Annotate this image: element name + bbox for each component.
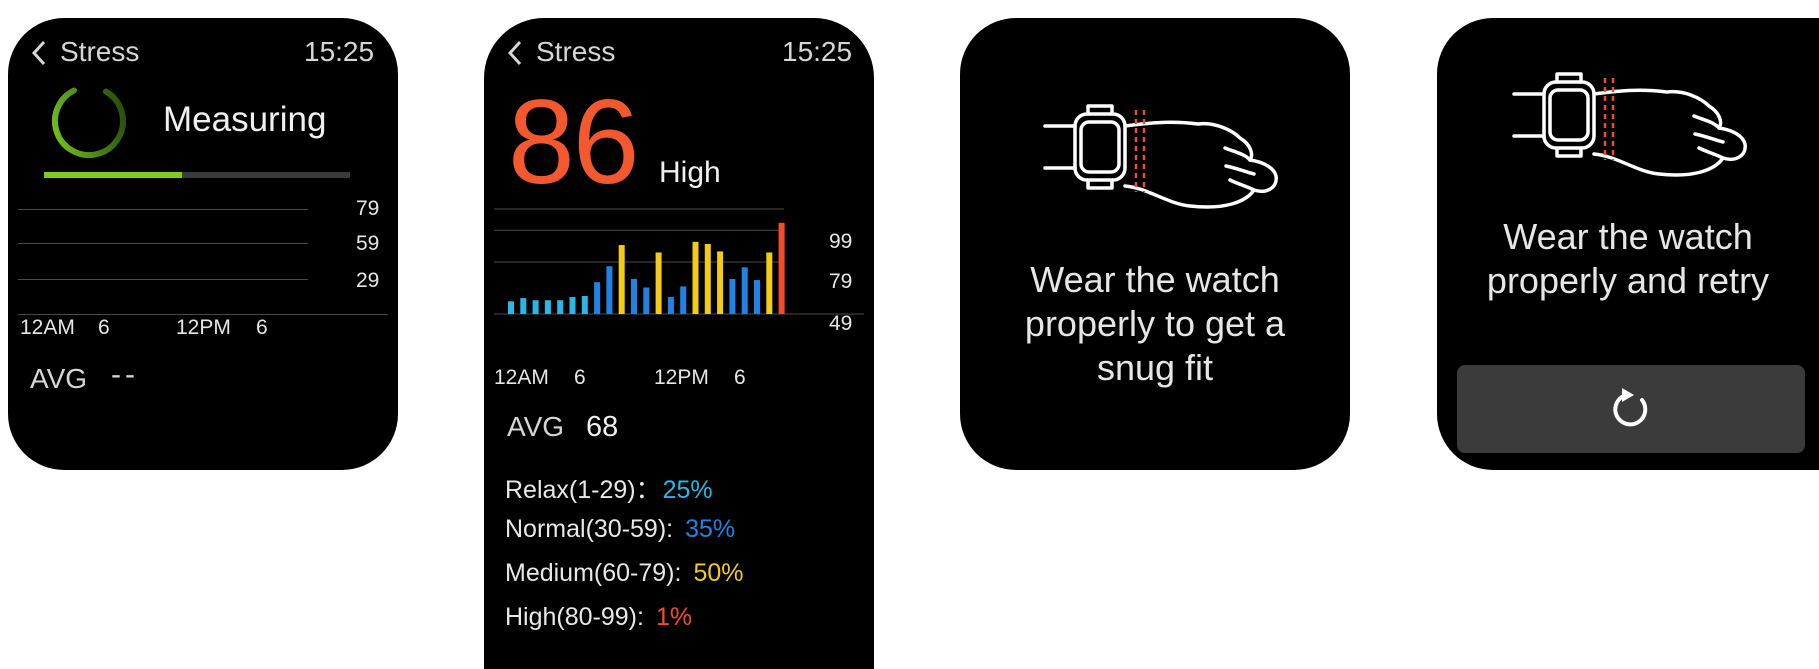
y-tick: 49 <box>829 312 853 335</box>
y-tick: 59 <box>356 232 380 255</box>
breakdown-medium: Medium(60-79): 50% <box>505 559 744 588</box>
stress-bar <box>520 298 527 314</box>
stress-bar <box>581 295 588 314</box>
breakdown-value: 50% <box>693 559 744 587</box>
stress-bar <box>532 300 539 314</box>
breakdown-relax: Relax(1-29)：25% <box>505 470 713 506</box>
stress-bar <box>508 301 514 314</box>
breakdown-label: Relax(1-29)： <box>505 476 661 504</box>
breakdown-value: 25% <box>662 476 713 504</box>
stress-bar <box>606 266 613 314</box>
stress-bar <box>692 241 699 314</box>
wear-message-line: Wear the watch <box>1030 259 1280 300</box>
y-tick: 99 <box>829 230 853 253</box>
measuring-spinner-icon <box>52 84 126 158</box>
stress-bar <box>631 279 637 314</box>
stress-bar <box>741 267 748 314</box>
wear-message-line: properly to get a <box>1024 303 1286 344</box>
x-label: 6 <box>734 366 746 389</box>
stress-bar <box>557 300 564 314</box>
breakdown-value: 35% <box>685 515 736 543</box>
stress-bar <box>680 286 687 314</box>
breakdown-normal: Normal(30-59): 35% <box>505 515 735 544</box>
x-label: 12PM <box>176 316 231 339</box>
avg-label: AVG <box>507 411 565 442</box>
avg-label: AVG <box>30 363 88 394</box>
x-label: 6 <box>98 316 110 339</box>
y-tick: 79 <box>829 270 853 293</box>
stress-measuring-screen: Stress 15:25 Measuring 79 59 29 12AM 6 1… <box>8 18 398 470</box>
stress-bar <box>766 252 773 314</box>
breakdown-label: High(80-99): <box>505 603 644 631</box>
stress-bar <box>655 252 662 314</box>
breakdown-label: Medium(60-79): <box>505 559 682 587</box>
stress-bar <box>729 279 736 314</box>
stress-bar <box>544 300 551 314</box>
wear-message: Wear the watch properly to get a snug fi… <box>960 258 1350 390</box>
x-label: 6 <box>574 366 586 389</box>
wear-message-line: Wear the watch <box>1503 216 1753 257</box>
wear-retry-screen: Wear the watch properly and retry <box>1437 18 1819 470</box>
stress-result-screen: Stress 15:25 86 High 99 79 49 12AM 6 12P… <box>484 18 874 669</box>
x-label: 12PM <box>654 366 709 389</box>
stress-bar <box>778 222 785 314</box>
breakdown-high: High(80-99): 1% <box>505 603 692 632</box>
stress-bar <box>717 251 724 314</box>
retry-button[interactable] <box>1457 365 1805 453</box>
measuring-status: Measuring <box>163 100 327 139</box>
wear-message: Wear the watch properly and retry <box>1437 215 1819 303</box>
x-label: 12AM <box>20 316 75 339</box>
wear-message-line: snug fit <box>1096 347 1214 388</box>
stress-bar <box>569 297 576 314</box>
stress-bar <box>594 282 601 314</box>
stress-bar <box>704 244 711 314</box>
progress-fill <box>44 172 182 178</box>
wear-guide-screen: Wear the watch properly to get a snug fi… <box>960 18 1350 470</box>
chevron-left-icon <box>31 40 46 66</box>
x-label: 12AM <box>494 366 549 389</box>
wear-message-line: properly and retry <box>1486 260 1770 301</box>
breakdown-label: Normal(30-59): <box>505 515 674 543</box>
progress-bar <box>44 172 350 178</box>
watch-on-wrist-icon <box>1043 104 1278 209</box>
watch-on-wrist-icon <box>1512 72 1747 177</box>
x-label: 6 <box>256 316 268 339</box>
y-tick: 79 <box>356 197 380 220</box>
avg-value: -- <box>111 358 139 391</box>
stress-bar <box>618 245 625 314</box>
avg-value: 68 <box>586 411 619 443</box>
breakdown-value: 1% <box>655 603 693 631</box>
screen-title: Stress <box>60 36 140 67</box>
stress-bar <box>643 287 650 314</box>
refresh-icon <box>1613 388 1648 427</box>
stress-bar-chart <box>494 208 864 315</box>
stress-bar <box>754 280 760 314</box>
back-button[interactable] <box>26 36 56 70</box>
y-tick: 29 <box>356 269 380 292</box>
clock-time: 15:25 <box>304 36 375 67</box>
stress-bar <box>667 297 674 314</box>
